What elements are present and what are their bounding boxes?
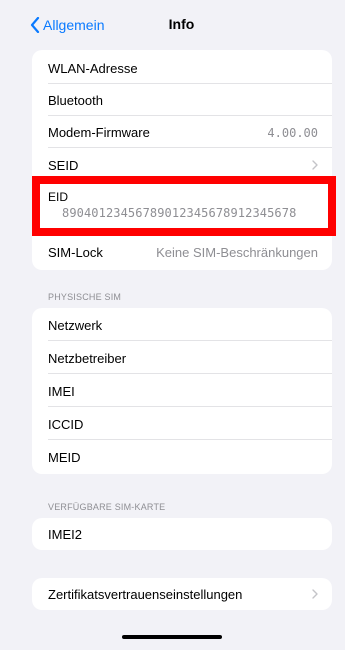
info-group-physical-sim: Netzwerk Netzbetreiber IMEI ICCID MEID (32, 308, 332, 474)
row-modem-firmware-value: 4.00.00 (267, 126, 318, 140)
eid-highlight-box[interactable]: EID 89040123456789012345678912345678 (32, 176, 336, 236)
row-meid[interactable]: MEID (32, 441, 332, 473)
row-modem-firmware-label: Modem-Firmware (48, 125, 150, 140)
info-group-available-sim: IMEI2 (32, 518, 332, 550)
row-divider (48, 147, 332, 148)
row-modem-firmware[interactable]: Modem-Firmware 4.00.00 (32, 116, 332, 148)
row-wlan-address-label: WLAN-Adresse (48, 61, 138, 76)
row-divider (48, 340, 332, 341)
row-network[interactable]: Netzwerk (32, 309, 332, 341)
row-imei-label: IMEI (48, 384, 75, 399)
row-bluetooth-label: Bluetooth (48, 93, 103, 108)
row-carrier[interactable]: Netzbetreiber (32, 342, 332, 374)
chevron-right-icon (312, 589, 318, 599)
page-title: Info (168, 16, 195, 32)
chevron-right-icon (312, 160, 318, 170)
info-group-device: WLAN-Adresse Bluetooth Modem-Firmware 4.… (32, 50, 332, 270)
row-carrier-label: Netzbetreiber (48, 351, 127, 366)
row-sim-lock-value: Keine SIM-Beschränkungen (156, 245, 318, 260)
row-sim-lock[interactable]: SIM-Lock Keine SIM-Beschränkungen (32, 236, 332, 268)
row-divider (48, 373, 332, 374)
row-eid-label: EID (48, 190, 69, 204)
row-imei[interactable]: IMEI (32, 375, 332, 407)
row-iccid[interactable]: ICCID (32, 408, 332, 440)
info-group-certificates: Zertifikatsvertrauenseinstellungen (32, 578, 332, 610)
row-imei2[interactable]: IMEI2 (32, 518, 332, 550)
row-sim-lock-label: SIM-Lock (48, 245, 103, 260)
row-divider (48, 406, 332, 407)
row-meid-label: MEID (48, 450, 81, 465)
home-indicator[interactable] (122, 635, 222, 639)
section-header-physical-sim: PHYSISCHE SIM (48, 292, 122, 302)
row-certificate-trust-label: Zertifikatsvertrauenseinstellungen (48, 587, 243, 602)
row-bluetooth[interactable]: Bluetooth (32, 84, 332, 116)
row-seid-label: SEID (48, 158, 79, 173)
section-header-available-sim: VERFÜGBARE SIM-KARTE (48, 502, 166, 512)
row-certificate-trust-settings[interactable]: Zertifikatsvertrauenseinstellungen (32, 578, 332, 610)
row-iccid-label: ICCID (48, 417, 84, 432)
row-divider (48, 439, 332, 440)
row-network-label: Netzwerk (48, 318, 103, 333)
navigation-bar: Allgemein Info (0, 0, 345, 48)
row-imei2-label: IMEI2 (48, 527, 82, 542)
row-wlan-address[interactable]: WLAN-Adresse (32, 52, 332, 84)
row-eid-value: 89040123456789012345678912345678 (62, 206, 297, 220)
